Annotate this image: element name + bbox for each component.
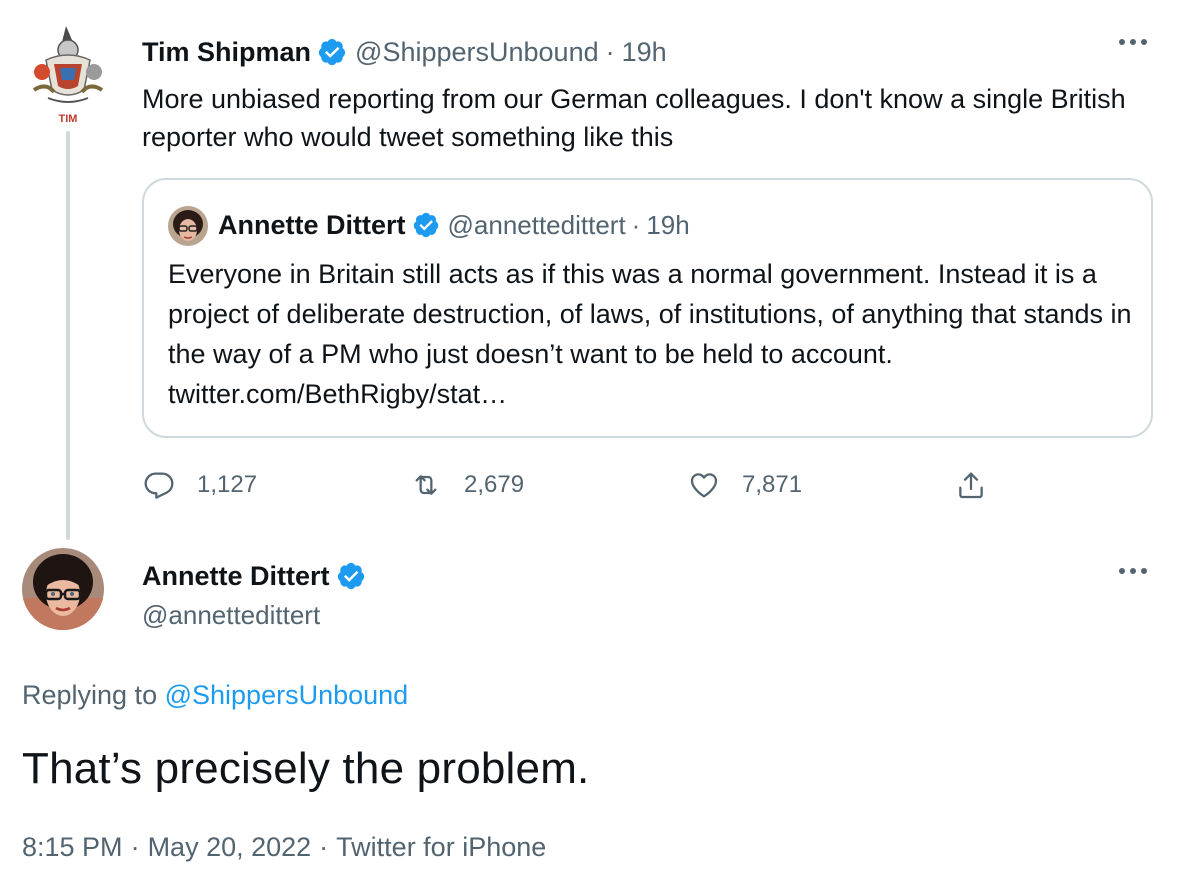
quoted-author-handle[interactable]: @annettedittert — [448, 210, 626, 241]
like-icon — [690, 473, 718, 498]
replying-to-line: Replying to @ShippersUnbound — [22, 680, 408, 711]
verified-badge-icon — [317, 37, 347, 67]
reply-icon — [144, 472, 174, 499]
verified-badge-icon — [336, 561, 366, 591]
quoted-tweet-time[interactable]: 19h — [646, 210, 689, 241]
tweet-metadata: 8:15 PM · May 20, 2022 · Twitter for iPhone — [22, 832, 546, 863]
separator-dot: · — [631, 209, 641, 240]
like-count: 7,871 — [742, 471, 803, 498]
author-handle[interactable]: @ShippersUnbound — [355, 37, 599, 68]
reply-tweet-text: That’s precisely the problem. — [22, 744, 590, 793]
parent-tweet-header: Tim Shipman @ShippersUnbound · 19h — [142, 34, 667, 70]
share-button[interactable] — [955, 465, 1009, 505]
more-horizontal-icon[interactable] — [1116, 561, 1150, 582]
thread-connector-line — [66, 131, 70, 540]
reply-author-handle[interactable]: @annettedittert — [142, 600, 320, 631]
coat-of-arms-icon: TIM — [32, 26, 104, 125]
tweet-timestamp-date[interactable]: May 20, 2022 — [148, 832, 312, 862]
reply-button[interactable]: 1,127 — [143, 465, 257, 505]
share-icon — [959, 472, 983, 499]
tweet-time[interactable]: 19h — [622, 37, 667, 68]
replying-to-mention[interactable]: @ShippersUnbound — [165, 680, 409, 710]
replying-to-prefix: Replying to — [22, 680, 158, 710]
quoted-tweet-text: Everyone in Britain still acts as if thi… — [168, 259, 1132, 409]
parent-tweet-text: More unbiased reporting from our German … — [142, 84, 1126, 152]
separator-dot: · — [319, 832, 329, 862]
annette-dittert-avatar[interactable] — [22, 548, 104, 630]
annette-dittert-avatar-small — [168, 206, 208, 246]
avatar-label: TIM — [59, 113, 78, 125]
author-name[interactable]: Tim Shipman — [142, 37, 311, 68]
separator-dot: · — [605, 36, 615, 67]
verified-badge-icon — [412, 211, 440, 239]
tweet-timestamp-time[interactable]: 8:15 PM — [22, 832, 123, 862]
reply-count: 1,127 — [197, 471, 258, 498]
more-horizontal-icon[interactable] — [1116, 32, 1150, 53]
separator-dot: · — [130, 832, 140, 862]
quoted-tweet-card[interactable]: Annette Dittert @annettedittert · 19h Ev… — [142, 178, 1153, 438]
tim-shipman-avatar[interactable]: TIM — [26, 20, 110, 128]
reply-author-name[interactable]: Annette Dittert — [142, 561, 330, 592]
tweet-source[interactable]: Twitter for iPhone — [336, 832, 546, 862]
retweet-icon — [415, 475, 437, 495]
quoted-author-name[interactable]: Annette Dittert — [218, 210, 406, 241]
quoted-tweet-header: Annette Dittert @annettedittert · 19h — [218, 208, 690, 242]
retweet-button[interactable]: 2,679 — [410, 465, 524, 505]
reply-author-row: Annette Dittert — [142, 558, 374, 594]
retweet-count: 2,679 — [464, 471, 525, 498]
like-button[interactable]: 7,871 — [688, 465, 802, 505]
